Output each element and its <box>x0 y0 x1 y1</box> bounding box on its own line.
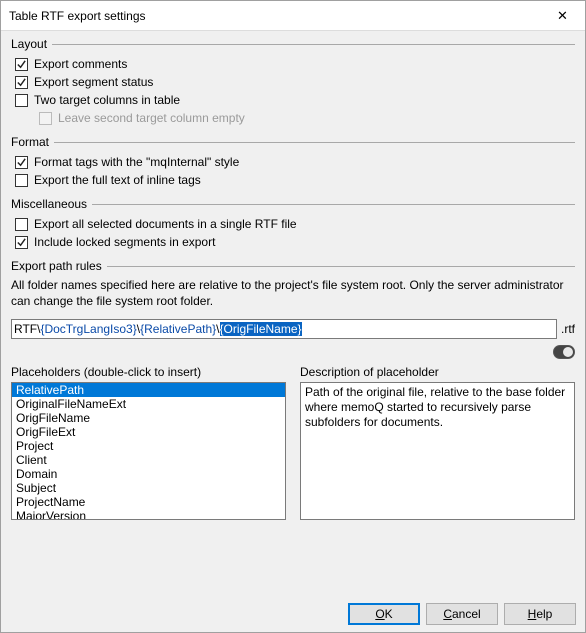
format-label-0: Format tags with the "mqInternal" style <box>34 155 239 169</box>
close-button[interactable]: ✕ <box>540 1 585 30</box>
list-item[interactable]: OrigFileExt <box>12 425 285 439</box>
layout-checkbox-2[interactable] <box>15 94 28 107</box>
misc-row-1: Include locked segments in export <box>11 233 575 251</box>
group-header-misc: Miscellaneous <box>11 197 575 211</box>
layout-checkbox-3 <box>39 112 52 125</box>
layout-label-3: Leave second target column empty <box>58 111 245 125</box>
list-item[interactable]: RelativePath <box>12 383 285 397</box>
group-header-layout: Layout <box>11 37 575 51</box>
list-item[interactable]: ProjectName <box>12 495 285 509</box>
list-item[interactable]: OriginalFileNameExt <box>12 397 285 411</box>
format-label-1: Export the full text of inline tags <box>34 173 201 187</box>
rules-description: All folder names specified here are rela… <box>11 277 575 309</box>
layout-row-2: Two target columns in table <box>11 91 575 109</box>
misc-checkbox-1[interactable] <box>15 236 28 249</box>
group-layout: Layout Export comments Export segment sta… <box>11 37 575 127</box>
placeholders-listbox[interactable]: RelativePathOriginalFileNameExtOrigFileN… <box>11 382 286 520</box>
dialog-buttons: OK Cancel Help <box>348 603 576 625</box>
layout-label-2: Two target columns in table <box>34 93 180 107</box>
close-icon: ✕ <box>557 9 568 22</box>
layout-checkbox-0[interactable] <box>15 58 28 71</box>
group-format: Format Format tags with the "mqInternal"… <box>11 135 575 189</box>
list-item[interactable]: Subject <box>12 481 285 495</box>
misc-row-0: Export all selected documents in a singl… <box>11 215 575 233</box>
format-row-1: Export the full text of inline tags <box>11 171 575 189</box>
list-item[interactable]: Domain <box>12 467 285 481</box>
layout-label-0: Export comments <box>34 57 127 71</box>
format-checkbox-0[interactable] <box>15 156 28 169</box>
list-item[interactable]: Client <box>12 453 285 467</box>
ok-button[interactable]: OK <box>348 603 420 625</box>
group-misc: Miscellaneous Export all selected docume… <box>11 197 575 251</box>
group-header-rules: Export path rules <box>11 259 575 273</box>
format-row-0: Format tags with the "mqInternal" style <box>11 153 575 171</box>
layout-checkbox-1[interactable] <box>15 76 28 89</box>
list-item[interactable]: OrigFileName <box>12 411 285 425</box>
layout-row-1: Export segment status <box>11 73 575 91</box>
hint-toggle[interactable] <box>553 345 575 359</box>
cancel-button[interactable]: Cancel <box>426 603 498 625</box>
placeholders-label: Placeholders (double-click to insert) <box>11 365 286 379</box>
placeholder-desc-label: Description of placeholder <box>300 365 575 379</box>
group-rules: Export path rules All folder names speci… <box>11 259 575 520</box>
list-item[interactable]: Project <box>12 439 285 453</box>
export-path-input[interactable]: RTF\{DocTrgLangIso3}\{RelativePath}\{Ori… <box>11 319 557 339</box>
misc-label-1: Include locked segments in export <box>34 235 215 249</box>
extension-label: .rtf <box>561 322 575 336</box>
placeholder-description: Path of the original file, relative to t… <box>300 382 575 520</box>
list-item[interactable]: MajorVersion <box>12 509 285 520</box>
format-checkbox-1[interactable] <box>15 174 28 187</box>
layout-label-1: Export segment status <box>34 75 153 89</box>
layout-row-3: Leave second target column empty <box>11 109 575 127</box>
titlebar: Table RTF export settings ✕ <box>1 1 585 31</box>
path-row: RTF\{DocTrgLangIso3}\{RelativePath}\{Ori… <box>11 319 575 339</box>
misc-checkbox-0[interactable] <box>15 218 28 231</box>
group-header-format: Format <box>11 135 575 149</box>
misc-label-0: Export all selected documents in a singl… <box>34 217 297 231</box>
help-button[interactable]: Help <box>504 603 576 625</box>
window-title: Table RTF export settings <box>9 9 146 23</box>
layout-row-0: Export comments <box>11 55 575 73</box>
